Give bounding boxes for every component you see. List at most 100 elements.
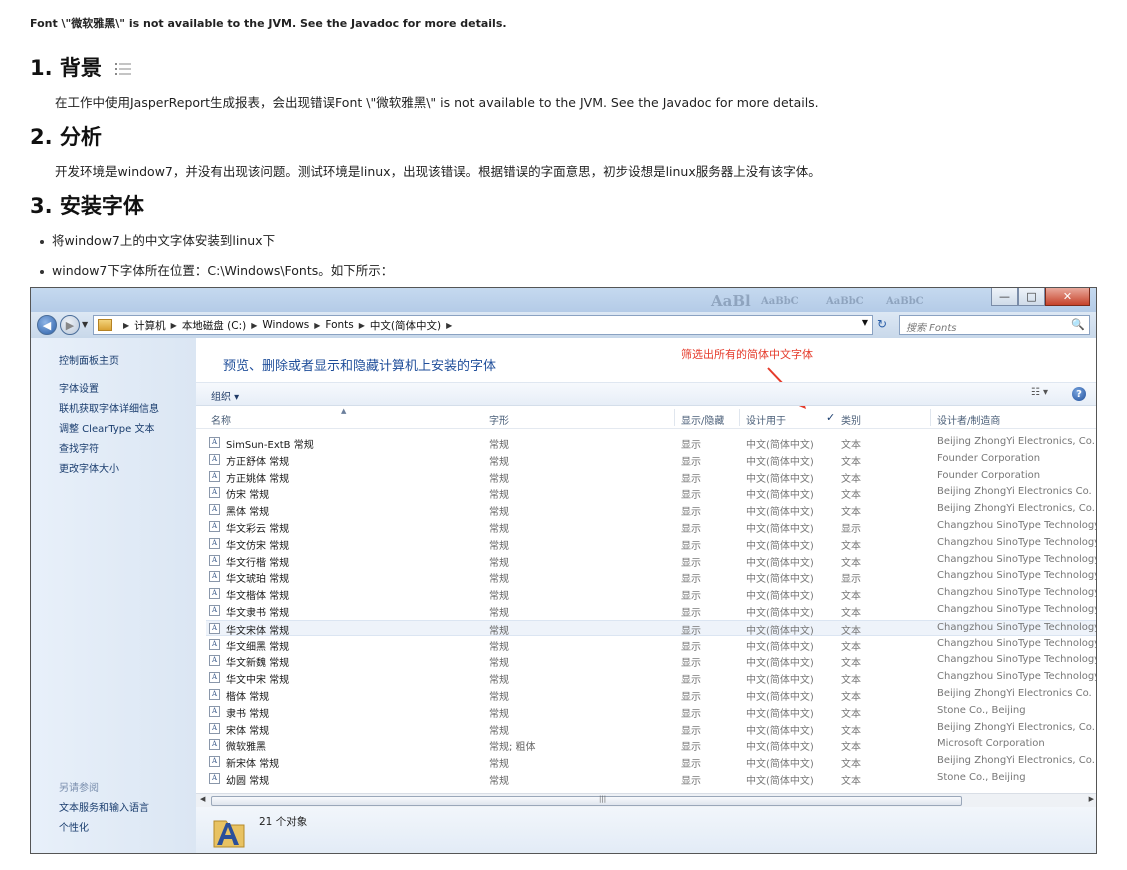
list-item-text: 将window7上的中文字体安装到linux下: [52, 233, 276, 248]
chevron-down-icon[interactable]: ▼: [862, 318, 868, 327]
cell-cat: 文本: [841, 456, 861, 468]
cell-design: 中文(简体中文): [746, 608, 814, 619]
help-icon[interactable]: ?: [1072, 387, 1086, 401]
table-row[interactable]: A 华文中宋 常规 常规 显示 中文(简体中文) 文本 Changzhou SinoType…: [206, 670, 1096, 686]
annotation-text: 筛选出所有的简体中文字体: [681, 348, 813, 361]
table-row[interactable]: A 华文彩云 常规 常规 显示 中文(简体中文) 显示 Changzhou SinoType…: [206, 519, 1096, 535]
table-row[interactable]: A 宋体 常规 常规 显示 中文(简体中文) 文本 Beijing ZhongYi Elec…: [206, 721, 1096, 737]
table-row[interactable]: A 华文琥珀 常规 常规 显示 中文(简体中文) 显示 Changzhou SinoType…: [206, 569, 1096, 586]
cell-cat: 文本: [841, 557, 861, 569]
search-icon[interactable]: 🔍: [1071, 318, 1085, 331]
table-row[interactable]: A 隶书 常规 常规 显示 中文(简体中文) 文本 Stone Co., Beijing: [206, 704, 1096, 720]
link-find-character[interactable]: 查找字符: [59, 440, 99, 455]
table-row[interactable]: A 华文新魏 常规 常规 显示 中文(简体中文) 文本 Changzhou SinoType…: [206, 653, 1096, 669]
column-designer[interactable]: 设计者/制造商: [937, 412, 1000, 427]
cell-show: 显示: [681, 574, 701, 586]
breadcrumb-item[interactable]: Windows: [262, 319, 309, 331]
font-file-icon: A: [209, 773, 220, 784]
cell-name: 华文行楷 常规: [226, 557, 290, 569]
chevron-right-icon[interactable]: ▶: [314, 321, 320, 330]
table-row[interactable]: A 仿宋 常规 常规 显示 中文(简体中文) 文本 Beijing ZhongYi Elec…: [206, 485, 1096, 502]
cell-cat: 文本: [841, 490, 861, 502]
cell-style: 常规: [489, 692, 509, 703]
organize-menu[interactable]: 组织 ▾: [211, 388, 239, 403]
chevron-right-icon[interactable]: ▶: [171, 321, 177, 330]
scroll-right-icon[interactable]: ▶: [1089, 795, 1094, 803]
table-row[interactable]: A 黑体 常规 常规 显示 中文(简体中文) 文本 Beijing ZhongYi Elec…: [206, 502, 1096, 518]
title-bar[interactable]: AaBl AaBbC AaBbC AaBbC — □ ✕: [31, 288, 1096, 312]
column-designed-for[interactable]: 设计用于: [746, 412, 786, 427]
scrollbar-thumb[interactable]: |||: [211, 795, 962, 806]
table-row[interactable]: A 幼圆 常规 常规 显示 中文(简体中文) 文本 Stone Co., Beijing: [206, 771, 1096, 787]
forward-button[interactable]: ▶: [60, 315, 80, 335]
cell-design: 中文(简体中文): [746, 641, 814, 653]
chevron-right-icon[interactable]: ▶: [446, 321, 452, 330]
breadcrumb-item[interactable]: 本地磁盘 (C:): [182, 318, 246, 333]
view-options-icon[interactable]: ☷ ▾: [1031, 387, 1048, 398]
table-row[interactable]: A 华文宋体 常规 常规 显示 中文(简体中文) 文本 Changzhou SinoType…: [206, 619, 1096, 637]
table-row[interactable]: A 华文楷体 常规 常规 显示 中文(简体中文) 文本 Changzhou SinoType…: [206, 586, 1096, 603]
chevron-right-icon[interactable]: ▶: [359, 321, 365, 330]
column-category[interactable]: 类别: [841, 412, 861, 427]
table-row[interactable]: A 楷体 常规 常规 显示 中文(简体中文) 文本 Beijing ZhongYi Elec…: [206, 687, 1096, 703]
table-row[interactable]: A 华文隶书 常规 常规 显示 中文(简体中文) 文本 Changzhou SinoType…: [206, 603, 1097, 619]
scroll-left-icon[interactable]: ◀: [200, 795, 205, 803]
font-file-icon: A: [209, 470, 220, 482]
column-divider[interactable]: [674, 409, 675, 426]
link-control-panel-home[interactable]: 控制面板主页: [59, 352, 119, 367]
link-text-services[interactable]: 文本服务和输入语言: [59, 799, 149, 814]
title-ghost-text: AaBbC: [886, 296, 924, 307]
horizontal-scrollbar[interactable]: ◀ ||| ▶: [196, 793, 1096, 807]
cell-name: 华文楷体 常规: [226, 591, 290, 603]
history-dropdown-icon[interactable]: ▼: [82, 320, 88, 329]
font-file-icon: A: [209, 638, 220, 650]
search-input[interactable]: 搜索 Fonts 🔍: [899, 315, 1090, 335]
table-row[interactable]: A 华文行楷 常规 常规 显示 中文(简体中文) 文本 Changzhou SinoType…: [206, 553, 1096, 569]
maximize-button[interactable]: □: [1018, 288, 1045, 306]
column-divider[interactable]: [930, 409, 931, 426]
font-file-icon: A: [209, 554, 220, 566]
link-font-settings[interactable]: 字体设置: [59, 380, 99, 395]
cell-name: 楷体 常规: [226, 692, 270, 703]
cell-style: 常规: [489, 490, 509, 502]
cell-maker: Changzhou SinoType Technology: [937, 604, 1097, 615]
cell-design: 中文(简体中文): [746, 524, 814, 535]
breadcrumb-item[interactable]: 计算机: [134, 318, 166, 333]
breadcrumb-item[interactable]: 中文(简体中文): [370, 318, 441, 333]
link-change-font-size[interactable]: 更改字体大小: [59, 460, 119, 475]
chevron-right-icon[interactable]: ▶: [251, 321, 257, 330]
page-title: 预览、删除或者显示和隐藏计算机上安装的字体: [223, 359, 497, 374]
cell-cat: 文本: [841, 759, 861, 771]
table-row[interactable]: A 微软雅黑 常规; 粗体 显示 中文(简体中文) 文本 Microsoft Corpora…: [206, 737, 1096, 753]
refresh-icon[interactable]: ↻: [877, 317, 887, 331]
link-online-font-info[interactable]: 联机获取字体详细信息: [59, 400, 159, 415]
cell-name: 华文琥珀 常规: [226, 574, 290, 586]
cell-maker: Changzhou SinoType Technology: [937, 637, 1097, 649]
back-button[interactable]: ◀: [37, 315, 57, 335]
link-adjust-cleartype[interactable]: 调整 ClearType 文本: [59, 420, 154, 435]
minimize-button[interactable]: —: [991, 288, 1018, 306]
column-style[interactable]: 字形: [489, 412, 509, 427]
column-divider[interactable]: [739, 409, 740, 426]
cell-name: 隶书 常规: [226, 708, 270, 720]
table-row[interactable]: A 华文细黑 常规 常规 显示 中文(简体中文) 文本 Changzhou SinoType…: [206, 637, 1097, 653]
close-button[interactable]: ✕: [1045, 288, 1090, 306]
column-show-hide[interactable]: 显示/隐藏: [681, 412, 724, 427]
list-icon[interactable]: [115, 57, 133, 81]
cell-name: 华文仿宋 常规: [226, 540, 290, 552]
cell-style: 常规: [489, 776, 509, 787]
chevron-right-icon[interactable]: ▶: [123, 321, 129, 330]
breadcrumb-item[interactable]: Fonts: [325, 319, 353, 331]
table-row[interactable]: A 方正姚体 常规 常规 显示 中文(简体中文) 文本 Founder Corporatio…: [206, 469, 1096, 485]
column-name[interactable]: 名称: [211, 412, 231, 427]
table-row[interactable]: A 华文仿宋 常规 常规 显示 中文(简体中文) 文本 Changzhou SinoType…: [206, 536, 1096, 552]
cell-style: 常规: [489, 456, 509, 468]
table-row[interactable]: A 新宋体 常规 常规 显示 中文(简体中文) 文本 Beijing ZhongYi Ele…: [206, 754, 1096, 771]
task-pane: 控制面板主页 字体设置 联机获取字体详细信息 调整 ClearType 文本 查…: [31, 338, 196, 853]
address-input[interactable]: ▶ 计算机 ▶ 本地磁盘 (C:) ▶ Windows ▶ Fonts ▶ 中文…: [93, 315, 873, 335]
table-row[interactable]: A 方正舒体 常规 常规 显示 中文(简体中文) 文本 Founder Corporatio…: [206, 452, 1096, 468]
link-personalization[interactable]: 个性化: [59, 819, 89, 834]
table-row[interactable]: A SimSun-ExtB 常规 常规 显示 中文(简体中文) 文本 Beijing Zho…: [206, 435, 1096, 451]
cell-style: 常规: [489, 473, 509, 485]
grip-icon: |||: [599, 795, 607, 803]
